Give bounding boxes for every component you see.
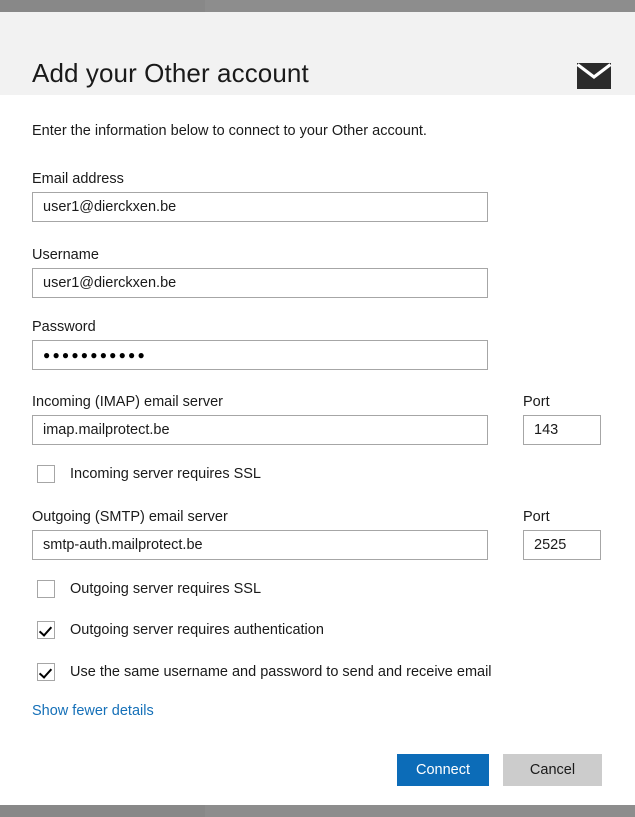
- checkbox-row-incoming-ssl[interactable]: Incoming server requires SSL: [37, 464, 261, 484]
- outgoing-server-input[interactable]: [32, 530, 488, 560]
- dialog-body: Enter the information below to connect t…: [0, 95, 635, 805]
- username-input[interactable]: [32, 268, 488, 298]
- checkbox-label-same-credentials: Use the same username and password to se…: [70, 664, 492, 680]
- dialog-header: Add your Other account: [0, 12, 635, 95]
- label-email-address: Email address: [32, 171, 124, 187]
- checkbox-outgoing-ssl[interactable]: [37, 580, 55, 598]
- label-outgoing-port: Port: [523, 509, 550, 525]
- chrome-segment-bottom-left: [0, 805, 205, 817]
- checkbox-label-outgoing-ssl: Outgoing server requires SSL: [70, 581, 262, 597]
- checkbox-row-outgoing-auth[interactable]: Outgoing server requires authentication: [37, 620, 324, 640]
- checkbox-same-credentials[interactable]: [37, 663, 55, 681]
- window-chrome-top: [0, 0, 635, 12]
- connect-button[interactable]: Connect: [397, 754, 489, 786]
- outgoing-port-input[interactable]: [523, 530, 601, 560]
- chrome-segment-left: [0, 0, 205, 12]
- checkbox-outgoing-auth[interactable]: [37, 621, 55, 639]
- chrome-segment-right: [205, 0, 635, 12]
- checkbox-label-outgoing-auth: Outgoing server requires authentication: [70, 622, 324, 638]
- checkbox-incoming-ssl[interactable]: [37, 465, 55, 483]
- incoming-server-input[interactable]: [32, 415, 488, 445]
- password-input[interactable]: ●●●●●●●●●●●: [32, 340, 488, 370]
- label-outgoing-server: Outgoing (SMTP) email server: [32, 509, 228, 525]
- chrome-segment-bottom-right: [205, 805, 635, 817]
- show-fewer-details-link[interactable]: Show fewer details: [32, 703, 154, 719]
- checkbox-row-same-credentials[interactable]: Use the same username and password to se…: [37, 662, 492, 682]
- email-address-input[interactable]: [32, 192, 488, 222]
- checkbox-label-incoming-ssl: Incoming server requires SSL: [70, 466, 261, 482]
- envelope-icon: [576, 63, 612, 89]
- label-username: Username: [32, 247, 99, 263]
- label-incoming-port: Port: [523, 394, 550, 410]
- checkbox-row-outgoing-ssl[interactable]: Outgoing server requires SSL: [37, 579, 261, 599]
- window-chrome-bottom: [0, 805, 635, 817]
- cancel-button[interactable]: Cancel: [503, 754, 602, 786]
- page-title: Add your Other account: [32, 58, 309, 88]
- label-incoming-server: Incoming (IMAP) email server: [32, 394, 223, 410]
- label-password: Password: [32, 319, 96, 335]
- incoming-port-input[interactable]: [523, 415, 601, 445]
- intro-text: Enter the information below to connect t…: [32, 123, 427, 139]
